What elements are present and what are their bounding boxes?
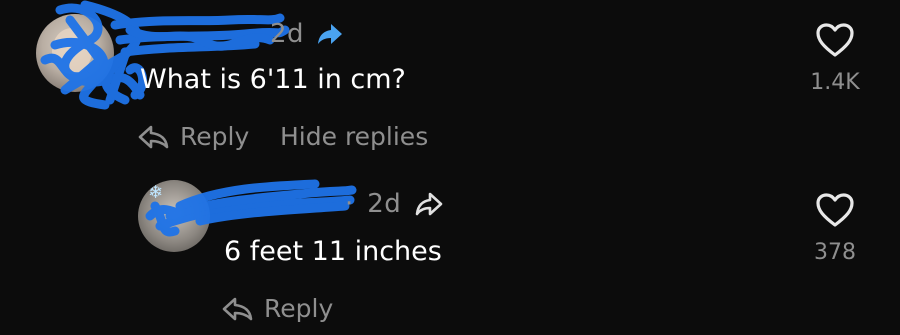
- comment-meta: 2d: [270, 14, 344, 54]
- hide-replies-button[interactable]: Hide replies: [280, 122, 428, 151]
- avatar-face: [52, 28, 92, 74]
- comment-like-button[interactable]: [810, 22, 860, 62]
- reply-like-button[interactable]: [810, 192, 860, 232]
- reply-reply-button[interactable]: Reply: [222, 294, 333, 323]
- reply-text: 6 feet 11 inches: [224, 236, 442, 267]
- commenter-avatar[interactable]: [36, 14, 114, 92]
- comment-timestamp: 2d: [270, 19, 305, 49]
- comment-like-count: 1.4K: [810, 70, 860, 95]
- reply-label: Reply: [180, 122, 250, 151]
- reply-like-count: 378: [814, 240, 856, 265]
- heart-outline-icon: [816, 193, 854, 227]
- comment-text: What is 6'11 in cm?: [140, 64, 406, 95]
- reply-meta: · 2d: [345, 184, 443, 224]
- comment-thread: 2d What is 6'11 in cm? 1.4K Reply Hide r…: [0, 0, 900, 335]
- heart-outline-icon: [816, 23, 854, 57]
- reply-timestamp: 2d: [367, 189, 402, 219]
- reply-label: Reply: [264, 294, 334, 323]
- snowflake-icon: ❄: [148, 182, 164, 203]
- reply-arrow-icon: [222, 297, 253, 320]
- replier-avatar[interactable]: ❄: [138, 180, 210, 252]
- reply-actions: Reply: [222, 294, 333, 323]
- meta-separator: ·: [345, 189, 354, 219]
- comment-actions: Reply: [138, 122, 249, 151]
- share-arrow-filled-icon[interactable]: [316, 20, 344, 48]
- reply-arrow-icon: [138, 125, 169, 148]
- comment-reply-button[interactable]: Reply: [138, 122, 249, 151]
- share-arrow-outline-icon[interactable]: [415, 191, 443, 217]
